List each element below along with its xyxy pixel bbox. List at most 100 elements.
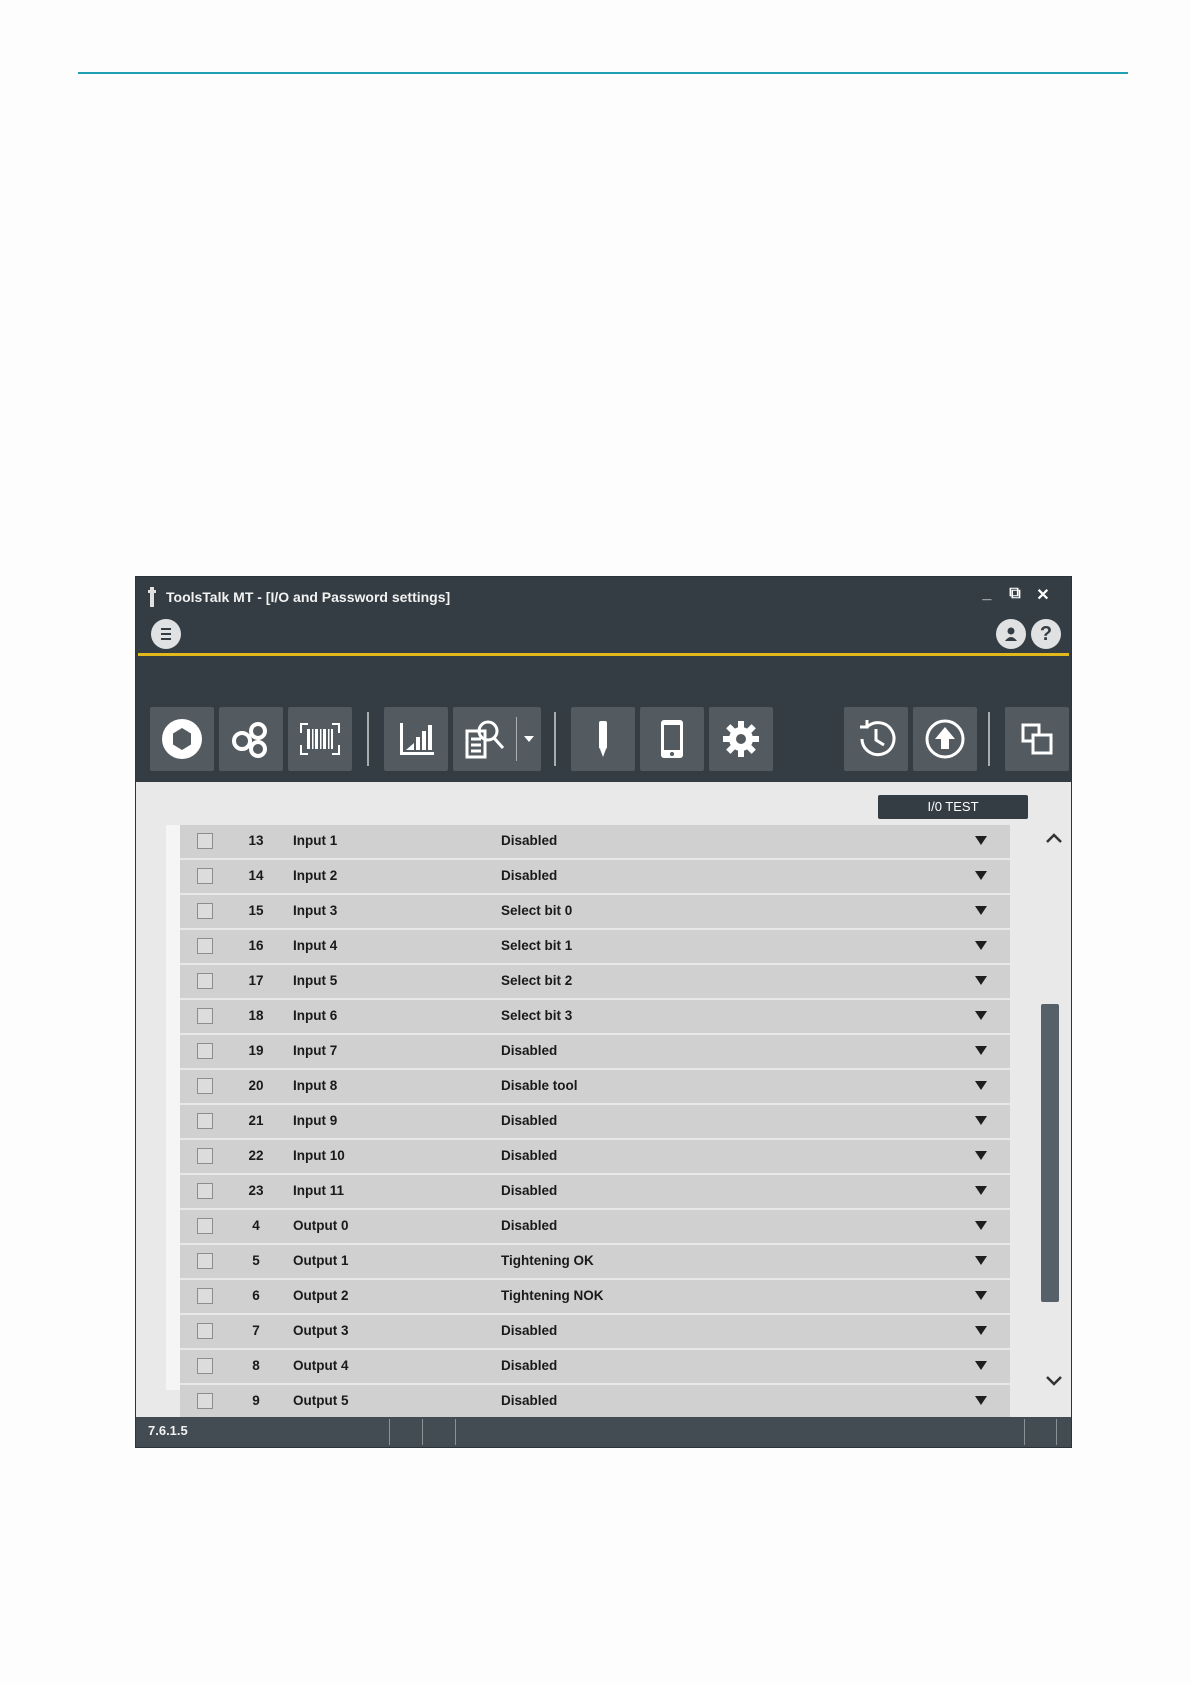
dropdown-arrow-icon[interactable] <box>975 1361 987 1370</box>
row-function-select[interactable]: Select bit 0 <box>501 903 572 918</box>
row-function-select[interactable]: Disabled <box>501 1358 557 1373</box>
row-checkbox[interactable] <box>197 938 213 954</box>
table-row[interactable]: 4 Output 0 Disabled <box>180 1210 1010 1245</box>
row-checkbox[interactable] <box>197 1113 213 1129</box>
dropdown-arrow-icon[interactable] <box>975 976 987 985</box>
row-checkbox[interactable] <box>197 868 213 884</box>
row-function-select[interactable]: Select bit 1 <box>501 938 572 953</box>
table-row[interactable]: 16 Input 4 Select bit 1 <box>180 930 1010 965</box>
row-checkbox[interactable] <box>197 1218 213 1234</box>
tool-icon <box>599 721 607 757</box>
tightening-programs-button[interactable] <box>150 707 214 771</box>
barcode-button[interactable] <box>288 707 352 771</box>
dropdown-arrow-icon[interactable] <box>975 906 987 915</box>
table-row[interactable]: 20 Input 8 Disable tool <box>180 1070 1010 1105</box>
status-divider <box>1024 1419 1025 1445</box>
dropdown-arrow-icon[interactable] <box>975 836 987 845</box>
row-function-select[interactable]: Tightening OK <box>501 1253 594 1268</box>
table-row[interactable]: 15 Input 3 Select bit 0 <box>180 895 1010 930</box>
version-label: 7.6.1.5 <box>148 1423 188 1438</box>
table-row[interactable]: 17 Input 5 Select bit 2 <box>180 965 1010 1000</box>
row-function-select[interactable]: Disabled <box>501 1323 557 1338</box>
row-function-select[interactable]: Tightening NOK <box>501 1288 604 1303</box>
dropdown-arrow-icon[interactable] <box>975 1396 987 1405</box>
dropdown-arrow-icon[interactable] <box>975 1116 987 1125</box>
row-checkbox[interactable] <box>197 1148 213 1164</box>
table-row[interactable]: 9 Output 5 Disabled <box>180 1385 1010 1420</box>
close-button[interactable]: ✕ <box>1032 585 1054 605</box>
row-function-select[interactable]: Disabled <box>501 1148 557 1163</box>
row-function-select[interactable]: Select bit 2 <box>501 973 572 988</box>
dropdown-arrow-icon[interactable] <box>975 1291 987 1300</box>
row-checkbox[interactable] <box>197 1393 213 1409</box>
row-function-select[interactable]: Disabled <box>501 1218 557 1233</box>
table-row[interactable]: 19 Input 7 Disabled <box>180 1035 1010 1070</box>
multistep-button[interactable] <box>219 707 283 771</box>
menu-button[interactable] <box>151 619 181 649</box>
dropdown-arrow-icon[interactable] <box>975 1046 987 1055</box>
row-checkbox[interactable] <box>197 973 213 989</box>
history-button[interactable] <box>844 707 908 771</box>
scroll-down-chevron-icon[interactable] <box>1044 1372 1064 1390</box>
table-row[interactable]: 22 Input 10 Disabled <box>180 1140 1010 1175</box>
tightening-programs-icon <box>162 719 202 759</box>
dropdown-arrow-icon[interactable] <box>975 1011 987 1020</box>
window-switch-button[interactable] <box>1005 707 1069 771</box>
scroll-up-chevron-icon[interactable] <box>1044 829 1064 847</box>
upload-button[interactable] <box>913 707 977 771</box>
table-row[interactable]: 14 Input 2 Disabled <box>180 860 1010 895</box>
table-row[interactable]: 23 Input 11 Disabled <box>180 1175 1010 1210</box>
dropdown-arrow-icon[interactable] <box>975 1221 987 1230</box>
row-name: Input 7 <box>293 1043 338 1058</box>
row-checkbox[interactable] <box>197 1288 213 1304</box>
restore-button[interactable]: ⧉ <box>1004 585 1026 603</box>
row-checkbox[interactable] <box>197 903 213 919</box>
table-row[interactable]: 18 Input 6 Select bit 3 <box>180 1000 1010 1035</box>
settings-button[interactable] <box>709 707 773 771</box>
row-function-select[interactable]: Disabled <box>501 833 557 848</box>
row-function-select[interactable]: Select bit 3 <box>501 1008 572 1023</box>
io-test-button[interactable]: I/0 TEST <box>878 795 1028 819</box>
row-function-select[interactable]: Disabled <box>501 1113 557 1128</box>
row-function-select[interactable]: Disabled <box>501 1183 557 1198</box>
row-function-select[interactable]: Disabled <box>501 868 557 883</box>
row-checkbox[interactable] <box>197 1043 213 1059</box>
user-button[interactable] <box>996 619 1026 649</box>
tool-button[interactable] <box>571 707 635 771</box>
table-row[interactable]: 7 Output 3 Disabled <box>180 1315 1010 1350</box>
table-row[interactable]: 5 Output 1 Tightening OK <box>180 1245 1010 1280</box>
table-row[interactable]: 13 Input 1 Disabled <box>180 825 1010 860</box>
dropdown-arrow-icon[interactable] <box>524 736 534 742</box>
dropdown-arrow-icon[interactable] <box>975 1256 987 1265</box>
dropdown-arrow-icon[interactable] <box>975 941 987 950</box>
row-checkbox[interactable] <box>197 1358 213 1374</box>
dropdown-arrow-icon[interactable] <box>975 1081 987 1090</box>
controller-button[interactable] <box>640 707 704 771</box>
dropdown-arrow-icon[interactable] <box>975 1151 987 1160</box>
row-function-select[interactable]: Disabled <box>501 1043 557 1058</box>
table-row[interactable]: 6 Output 2 Tightening NOK <box>180 1280 1010 1315</box>
results-chart-icon <box>400 723 434 755</box>
dropdown-arrow-icon[interactable] <box>975 1326 987 1335</box>
row-checkbox[interactable] <box>197 1253 213 1269</box>
row-checkbox[interactable] <box>197 1078 213 1094</box>
row-checkbox[interactable] <box>197 1183 213 1199</box>
dropdown-arrow-icon[interactable] <box>975 1186 987 1195</box>
row-function-select[interactable]: Disabled <box>501 1393 557 1408</box>
search-documents-button[interactable] <box>453 707 541 771</box>
help-button[interactable]: ? <box>1031 619 1061 649</box>
table-row[interactable]: 8 Output 4 Disabled <box>180 1350 1010 1385</box>
title-bar: ToolsTalk MT - [I/O and Password setting… <box>136 577 1071 672</box>
multistep-icon <box>232 722 267 758</box>
row-function-select[interactable]: Disable tool <box>501 1078 578 1093</box>
minimize-button[interactable]: _ <box>976 585 998 603</box>
scrollbar-thumb[interactable] <box>1041 1004 1059 1302</box>
window-switch-icon <box>1021 723 1053 755</box>
dropdown-arrow-icon[interactable] <box>975 871 987 880</box>
row-checkbox[interactable] <box>197 833 213 849</box>
row-checkbox[interactable] <box>197 1008 213 1024</box>
row-checkbox[interactable] <box>197 1323 213 1339</box>
status-bar: 7.6.1.5 <box>136 1417 1071 1447</box>
table-row[interactable]: 21 Input 9 Disabled <box>180 1105 1010 1140</box>
results-chart-button[interactable] <box>384 707 448 771</box>
